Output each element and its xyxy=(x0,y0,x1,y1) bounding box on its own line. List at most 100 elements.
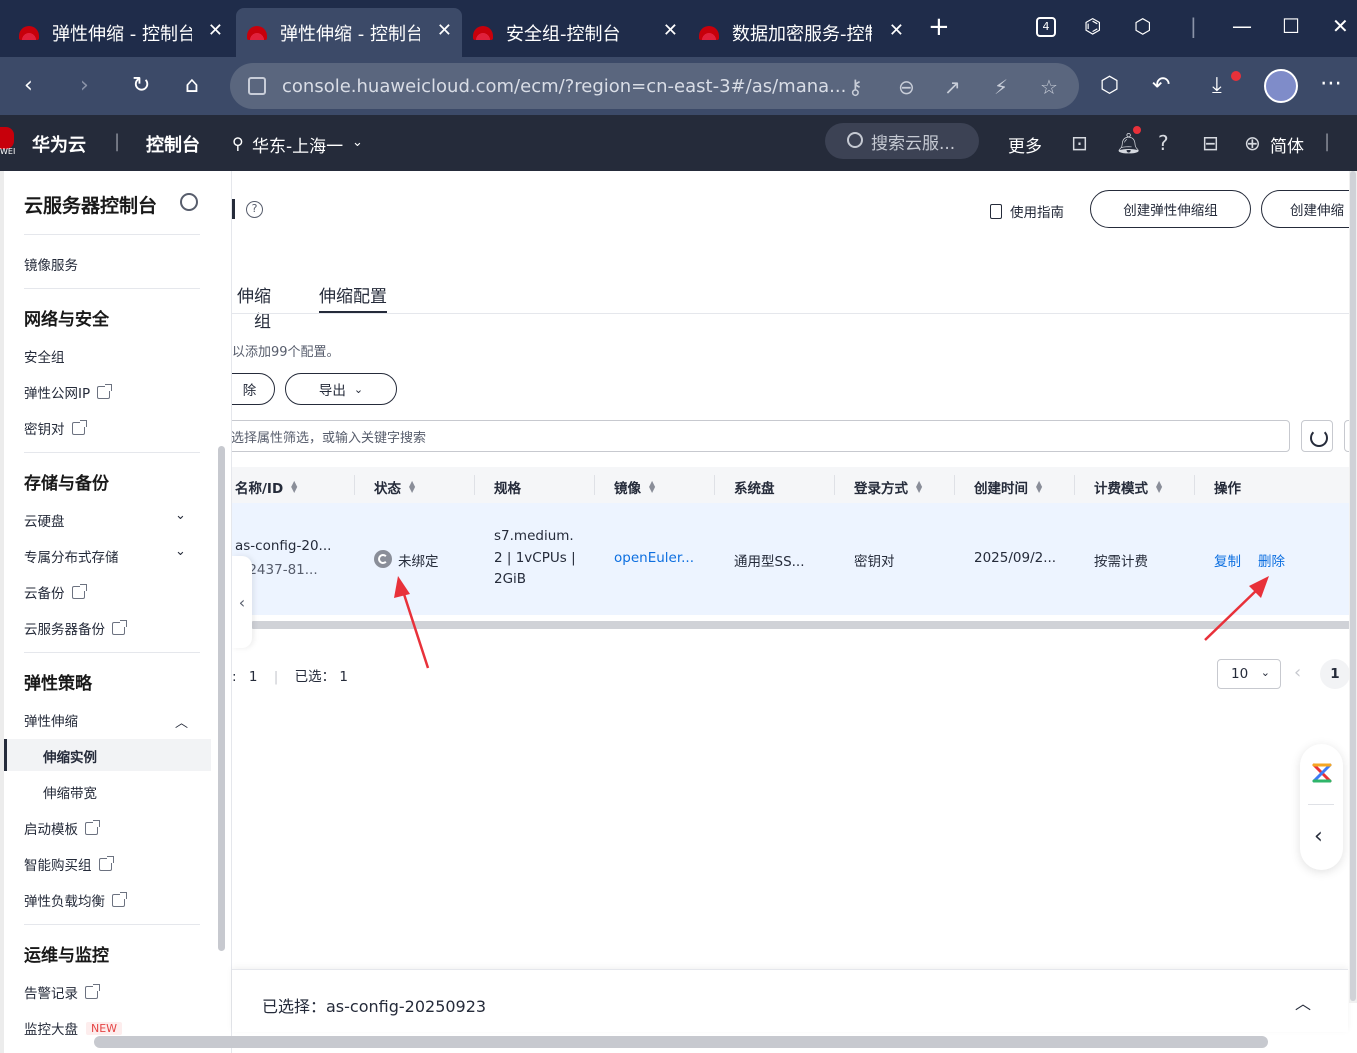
back-icon[interactable]: ‹ xyxy=(24,73,33,98)
lightning-icon[interactable]: ⚡ xyxy=(994,75,1008,99)
config-name[interactable]: as-config-20... xyxy=(235,538,331,554)
filter-search-input[interactable]: 选择属性筛选，或输入关键字搜索 xyxy=(232,420,1290,452)
sidebar-item-elb[interactable]: 弹性负载均衡 xyxy=(24,890,127,910)
undo-icon[interactable]: ↶ xyxy=(1152,73,1170,98)
huawei-logo-icon[interactable] xyxy=(0,123,18,163)
column-header-status[interactable]: 状态 ▲ ▼ xyxy=(374,477,415,498)
sidebar-item-dss[interactable]: 专属分布式存储 xyxy=(24,546,119,566)
feedback-icon[interactable]: ⊟ xyxy=(1202,131,1219,155)
create-scaling-group-button[interactable]: 创建弹性伸缩组 xyxy=(1090,190,1251,228)
home-icon[interactable]: ⌂ xyxy=(185,73,199,98)
delete-action[interactable]: 删除 xyxy=(1258,550,1285,570)
page-size-select[interactable]: 10 ⌄ xyxy=(1217,659,1281,689)
sidebar-item-smart-purchase[interactable]: 智能购买组 xyxy=(24,854,114,874)
globe-icon[interactable]: ⊕ xyxy=(1244,131,1261,155)
chevron-left-icon[interactable]: ‹ xyxy=(1314,824,1323,849)
column-header-login[interactable]: 登录方式 ▲ ▼ xyxy=(854,477,922,498)
sidebar-item-alarm-records[interactable]: 告警记录 xyxy=(24,982,100,1002)
download-icon[interactable]: ⤓ xyxy=(1212,73,1222,98)
favorite-star-icon[interactable]: ☆ xyxy=(1040,75,1058,99)
refresh-button[interactable] xyxy=(1301,420,1333,452)
reload-icon[interactable]: ↻ xyxy=(132,73,150,98)
export-button[interactable]: 导出 ⌄ xyxy=(285,373,397,405)
close-tab-icon[interactable]: ✕ xyxy=(889,20,904,41)
sidebar-item-launch-template[interactable]: 启动模板 xyxy=(24,818,100,838)
sidebar-item-scaling-bandwidth[interactable]: 伸缩带宽 xyxy=(43,782,97,802)
previous-page-icon[interactable]: ‹ xyxy=(1294,662,1301,683)
page-horizontal-scrollbar[interactable] xyxy=(94,1036,1268,1048)
console-link[interactable]: 控制台 xyxy=(146,131,200,157)
sidebar-item-keypair[interactable]: 密钥对 xyxy=(24,418,87,438)
image-link[interactable]: openEuler... xyxy=(614,550,694,566)
close-tab-icon[interactable]: ✕ xyxy=(208,20,223,41)
site-info-icon[interactable] xyxy=(248,77,266,95)
help-icon[interactable]: ? xyxy=(1158,131,1169,155)
sidebar-item-autoscaling[interactable]: 弹性伸缩 xyxy=(24,710,78,730)
chevron-down-icon[interactable]: ⌄ xyxy=(352,135,363,150)
delete-button[interactable]: 除 xyxy=(232,373,275,405)
sidebar-item-csbs[interactable]: 云服务器备份 xyxy=(24,618,127,638)
sidebar-item-scaling-instance[interactable]: 伸缩实例 xyxy=(43,746,97,766)
copy-action[interactable]: 复制 xyxy=(1214,550,1241,570)
browser-tab-4[interactable]: 数据加密服务-控制台 ✕ xyxy=(688,8,914,57)
sort-icon[interactable]: ▲ ▼ xyxy=(291,480,297,494)
url-input[interactable]: console.huaweicloud.com/ecm/?region=cn-e… xyxy=(230,63,1079,109)
chevron-down-icon[interactable]: ⌄ xyxy=(175,508,186,523)
column-header-image[interactable]: 镜像 ▲ ▼ xyxy=(614,477,655,498)
sidebar-item-image-service[interactable]: 镜像服务 xyxy=(24,254,78,274)
chevron-down-icon[interactable]: ⌄ xyxy=(175,544,186,559)
column-header-name[interactable]: 名称/ID ▲ ▼ xyxy=(235,477,297,498)
page-number-button[interactable]: 1 xyxy=(1320,659,1350,689)
close-tab-icon[interactable]: ✕ xyxy=(663,20,678,41)
menu-dots-icon[interactable]: ⋯ xyxy=(1320,71,1342,96)
sort-icon[interactable]: ▲ ▼ xyxy=(649,480,655,494)
share-icon[interactable]: ↗ xyxy=(944,75,961,99)
sort-icon[interactable]: ▲ ▼ xyxy=(1036,480,1042,494)
key-icon[interactable]: ⚷ xyxy=(848,75,863,99)
tab-count-icon[interactable]: 4 xyxy=(1036,17,1056,37)
sidebar-item-eip[interactable]: 弹性公网IP xyxy=(24,382,113,402)
minimize-icon[interactable]: — xyxy=(1232,14,1252,38)
region-selector[interactable]: 华东-上海一 xyxy=(252,132,343,157)
create-scaling-config-button[interactable]: 创建伸缩 xyxy=(1261,190,1357,228)
brand-name[interactable]: 华为云 xyxy=(32,131,86,157)
new-tab-button[interactable]: + xyxy=(928,12,950,42)
sidebar-item-security-group[interactable]: 安全组 xyxy=(24,346,65,366)
tab-scaling-groups[interactable]: 伸缩组 xyxy=(232,282,271,332)
sidebar-item-cbr[interactable]: 云备份 xyxy=(24,582,87,602)
help-circle-icon[interactable]: ? xyxy=(246,201,263,218)
sidebar-item-evs[interactable]: 云硬盘 xyxy=(24,510,65,530)
more-menu[interactable]: 更多 xyxy=(1008,132,1042,157)
console-search-input[interactable]: 搜索云服... xyxy=(825,123,979,159)
sort-icon[interactable]: ▲ ▼ xyxy=(409,480,415,494)
page-vertical-scrollbar[interactable] xyxy=(1349,171,1357,1003)
zoom-out-icon[interactable]: ⊖ xyxy=(898,75,915,99)
chevron-up-icon[interactable]: ︿ xyxy=(1295,990,1311,1014)
user-guide-link[interactable]: 使用指南 xyxy=(990,201,1064,221)
sort-icon[interactable]: ▲ ▼ xyxy=(916,480,922,494)
extensions-icon[interactable]: ⬡ xyxy=(1134,14,1151,38)
language-selector[interactable]: 简体 xyxy=(1270,132,1304,157)
close-tab-icon[interactable]: ✕ xyxy=(437,20,452,41)
column-header-billing[interactable]: 计费模式 ▲ ▼ xyxy=(1094,477,1162,498)
sort-icon[interactable]: ▲ ▼ xyxy=(1156,480,1162,494)
column-header-created[interactable]: 创建时间 ▲ ▼ xyxy=(974,477,1042,498)
notification-bell-icon[interactable]: 🔔︎ xyxy=(1116,131,1141,155)
sidebar-item-monitor-dashboard[interactable]: 监控大盘 NEW xyxy=(24,1018,123,1038)
browser-tab-2[interactable]: 弹性伸缩 - 控制台 ✕ xyxy=(236,8,462,57)
sidebar-search-icon[interactable] xyxy=(180,193,198,211)
collapse-sidebar-button[interactable]: ‹ xyxy=(232,556,252,648)
cloud-shell-icon[interactable]: ⊡ xyxy=(1071,131,1088,155)
extension-puzzle-icon[interactable]: ⬡ xyxy=(1100,73,1119,98)
profile-avatar[interactable] xyxy=(1264,69,1298,103)
sidebar-scrollbar[interactable] xyxy=(218,446,225,951)
browser-tab-3[interactable]: 安全组-控制台 ✕ xyxy=(462,8,688,57)
forward-icon[interactable]: › xyxy=(80,73,89,98)
browser-tab-1[interactable]: 弹性伸缩 - 控制台 ✕ xyxy=(8,8,233,57)
chevron-up-icon[interactable]: ︿ xyxy=(175,712,188,731)
tab-scaling-configs[interactable]: 伸缩配置 xyxy=(319,282,387,307)
maximize-icon[interactable]: ☐ xyxy=(1282,14,1300,38)
close-window-icon[interactable]: ✕ xyxy=(1332,14,1349,38)
incognito-icon[interactable]: ⌬ xyxy=(1084,14,1101,38)
assistant-logo-icon[interactable] xyxy=(1311,762,1333,784)
